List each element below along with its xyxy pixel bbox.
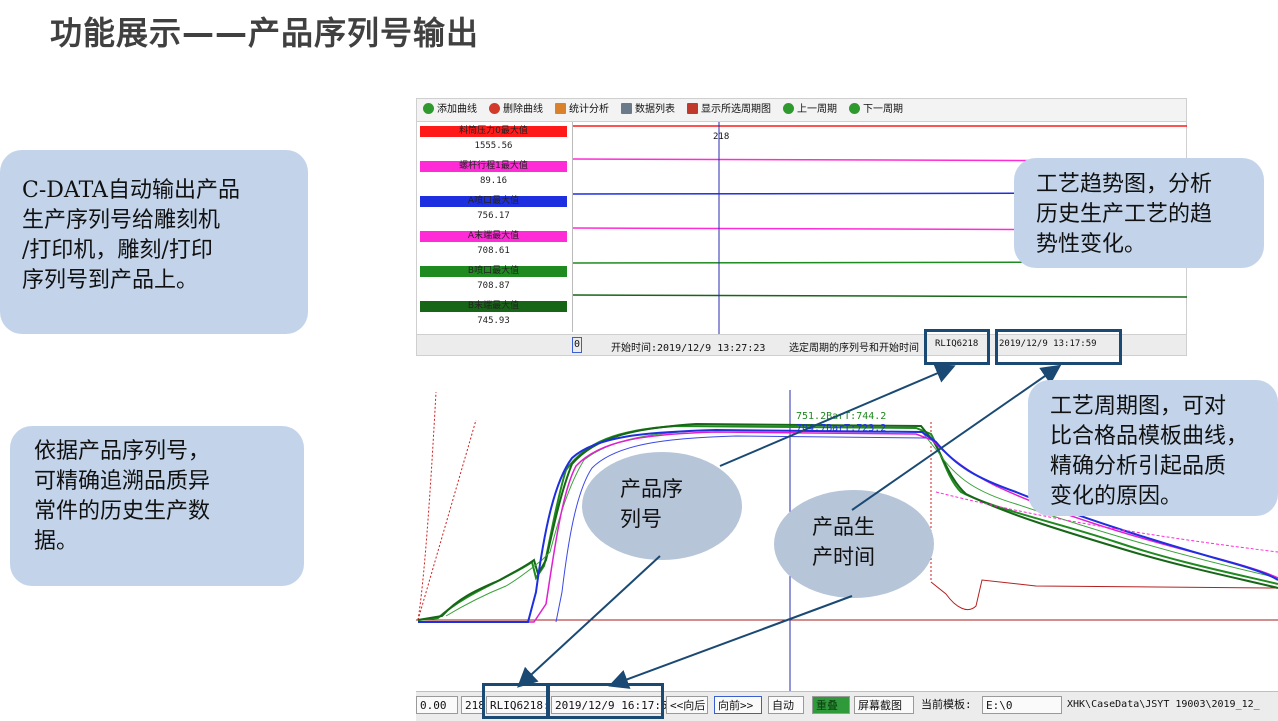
template-path-field[interactable]: E:\0 xyxy=(982,696,1062,714)
highlight-cycle-serial xyxy=(482,683,549,719)
callout-cycle-chart-text: 工艺周期图，可对 比合格品模板曲线， 精确分析引起品质 变化的原因。 xyxy=(1050,394,1249,509)
arrow-time-to-bar xyxy=(608,595,853,689)
annotation-arrows xyxy=(517,364,1062,689)
arrow-serial-to-trend xyxy=(719,364,956,467)
template-label: 当前模板: xyxy=(921,698,972,711)
data-path-text: XHK\CaseData\JSYT 19003\2019_12_ xyxy=(1067,699,1260,710)
back-button[interactable]: <<向后 xyxy=(666,696,708,714)
callout-cycle-chart: 工艺周期图，可对 比合格品模板曲线， 精确分析引起品质 变化的原因。 xyxy=(1028,380,1278,516)
cycle-value-field[interactable]: 0.00 xyxy=(416,696,458,714)
overlay-toggle[interactable]: 重叠 xyxy=(812,696,850,714)
auto-button[interactable]: 自动 xyxy=(768,696,804,714)
highlight-cycle-time xyxy=(547,683,664,719)
screenshot-button[interactable]: 屏幕截图 xyxy=(854,696,914,714)
arrow-serial-to-bar xyxy=(517,555,661,688)
forward-button[interactable]: 向前>> xyxy=(714,696,762,714)
